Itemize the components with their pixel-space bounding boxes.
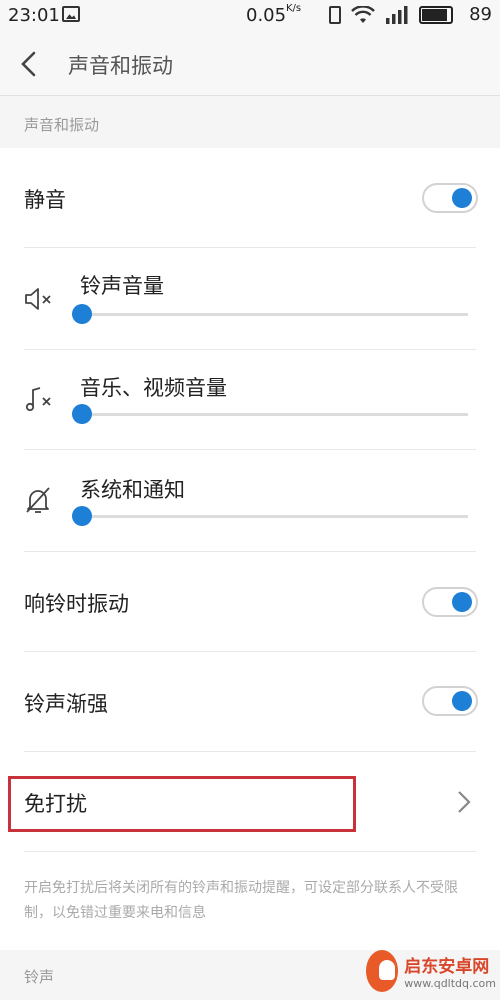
vibrate-on-ring-toggle[interactable] xyxy=(422,587,478,617)
divider xyxy=(24,851,476,852)
slider-thumb[interactable] xyxy=(72,304,92,324)
media-volume-row: 音乐、视频音量 xyxy=(0,350,500,450)
ring-crescendo-row[interactable]: 铃声渐强 xyxy=(0,652,500,752)
battery-level: 89 xyxy=(469,4,492,25)
network-speed-unit: K/s xyxy=(286,3,302,14)
toggle-knob xyxy=(452,188,472,208)
watermark-logo-icon xyxy=(366,950,399,992)
back-button[interactable] xyxy=(14,48,46,80)
media-volume-label: 音乐、视频音量 xyxy=(80,376,227,400)
status-bar: 23:01 0.05 K/s 89 xyxy=(0,0,500,32)
vibrate-icon xyxy=(329,5,342,24)
toggle-knob xyxy=(452,691,472,711)
section-header-label: 声音和振动 xyxy=(24,116,100,134)
system-volume-row: 系统和通知 xyxy=(0,450,500,552)
media-volume-slider[interactable] xyxy=(72,404,468,424)
vibrate-on-ring-label: 响铃时振动 xyxy=(24,592,129,616)
watermark-url: www.qdltdq.com xyxy=(404,977,496,990)
mute-row[interactable]: 静音 xyxy=(0,148,500,248)
battery-fill xyxy=(422,8,447,21)
bell-off-icon xyxy=(26,487,50,513)
slider-track xyxy=(72,515,468,518)
back-arrow-icon xyxy=(21,51,36,77)
dnd-row[interactable]: 免打扰 xyxy=(0,752,500,852)
signal-icon xyxy=(385,5,409,24)
section-header-label: 铃声 xyxy=(24,968,55,986)
watermark: 启东安卓网 www.qdltdq.com xyxy=(366,946,496,996)
dnd-label: 免打扰 xyxy=(24,792,87,816)
slider-track xyxy=(72,413,468,416)
app-bar: 声音和振动 xyxy=(0,32,500,96)
slider-track xyxy=(72,313,468,316)
vibrate-on-ring-row[interactable]: 响铃时振动 xyxy=(0,552,500,652)
system-volume-label: 系统和通知 xyxy=(80,478,185,502)
section-header-sound: 声音和振动 xyxy=(0,96,500,148)
wifi-icon xyxy=(351,5,375,24)
ringtone-volume-slider[interactable] xyxy=(72,304,468,324)
mute-label: 静音 xyxy=(24,188,66,212)
ring-crescendo-toggle[interactable] xyxy=(422,686,478,716)
watermark-text: 启东安卓网 www.qdltdq.com xyxy=(404,952,496,990)
status-icons: 89 xyxy=(329,4,492,25)
speaker-mute-icon xyxy=(25,288,51,310)
ringtone-volume-row: 铃声音量 xyxy=(0,248,500,350)
image-notification-icon xyxy=(62,6,80,22)
status-time: 23:01 xyxy=(8,5,60,26)
system-volume-slider[interactable] xyxy=(72,506,468,526)
music-note-mute-icon xyxy=(25,387,51,412)
ringtone-volume-label: 铃声音量 xyxy=(80,274,164,298)
page-title: 声音和振动 xyxy=(68,54,173,78)
dnd-description: 开启免打扰后将关闭所有的铃声和振动提醒，可设定部分联系人不受限制，以免错过重要来… xyxy=(24,880,458,921)
ring-crescendo-label: 铃声渐强 xyxy=(24,692,108,716)
slider-thumb[interactable] xyxy=(72,404,92,424)
mute-toggle[interactable] xyxy=(422,183,478,213)
network-speed: 0.05 xyxy=(246,5,287,26)
toggle-knob xyxy=(452,592,472,612)
battery-icon xyxy=(419,5,454,24)
chevron-right-icon xyxy=(458,791,471,813)
watermark-name: 启东安卓网 xyxy=(404,957,490,977)
slider-thumb[interactable] xyxy=(72,506,92,526)
